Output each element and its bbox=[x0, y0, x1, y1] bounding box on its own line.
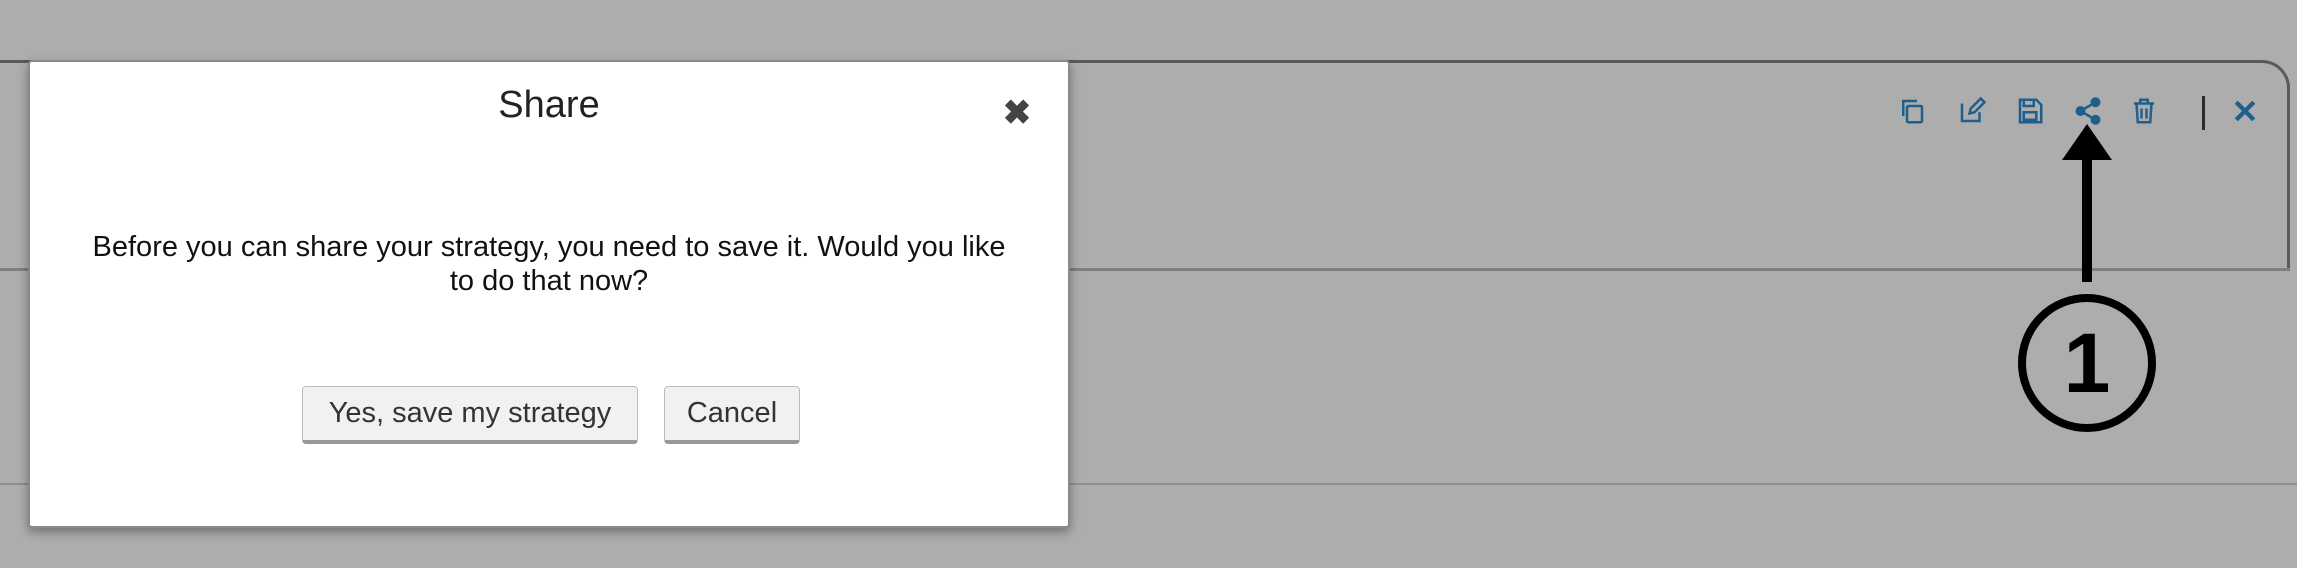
save-strategy-button[interactable]: Yes, save my strategy bbox=[302, 386, 638, 444]
share-dialog: Share ✖ Before you can share your strate… bbox=[28, 60, 1070, 528]
toolbar-separator bbox=[2202, 96, 2205, 130]
edit-icon[interactable] bbox=[1955, 94, 1989, 128]
close-icon[interactable]: ✖ bbox=[1000, 96, 1034, 130]
dialog-message: Before you can share your strategy, you … bbox=[92, 231, 1006, 297]
step-1-marker: 1 bbox=[2018, 294, 2156, 432]
save-icon[interactable] bbox=[2013, 94, 2047, 128]
callout-arrow-shaft bbox=[2082, 140, 2092, 282]
copy-icon[interactable] bbox=[1895, 94, 1929, 128]
close-panel-icon[interactable] bbox=[2228, 94, 2262, 128]
trash-icon[interactable] bbox=[2127, 94, 2161, 128]
dialog-title: Share bbox=[498, 84, 600, 126]
cancel-button[interactable]: Cancel bbox=[664, 386, 800, 444]
share-icon[interactable] bbox=[2071, 94, 2105, 128]
